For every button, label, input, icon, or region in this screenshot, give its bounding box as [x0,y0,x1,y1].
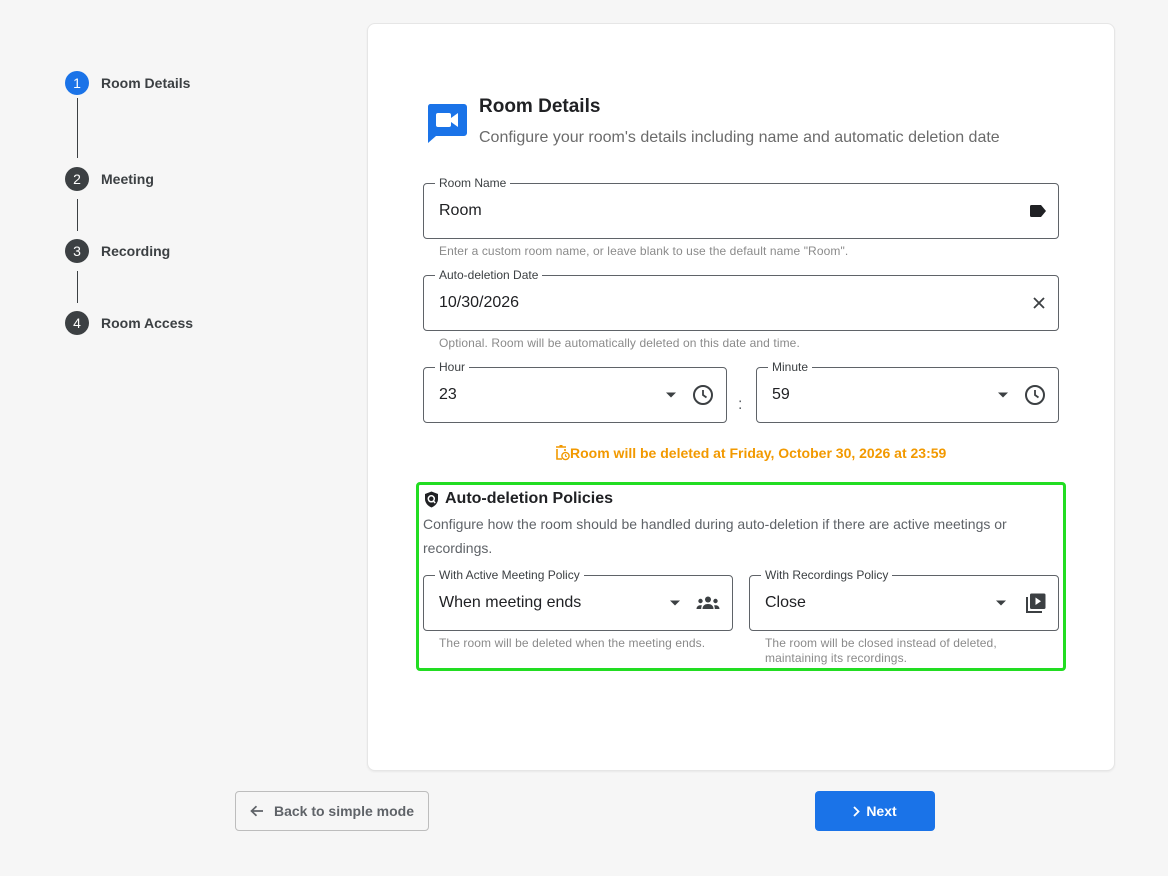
step-number: 2 [65,167,89,191]
deletion-notice-text: Room will be deleted at Friday, October … [570,445,947,461]
time-separator: : [738,396,743,413]
step-number: 1 [65,71,89,95]
dropdown-arrow-icon[interactable] [996,600,1006,606]
recordings-policy-hint: The room will be closed instead of delet… [765,636,997,665]
page-title: Room Details [479,96,601,117]
video-library-icon [1026,593,1046,613]
hour-select[interactable]: Hour 23 [423,359,727,423]
step-label: Meeting [101,171,154,187]
auto-deletion-date-hint: Optional. Room will be automatically del… [439,336,800,350]
chevron-right-icon [853,805,861,817]
meeting-policy-hint: The room will be deleted when the meetin… [439,636,706,650]
room-name-field[interactable]: Room Name Room [423,175,1059,239]
back-to-simple-mode-button[interactable]: Back to simple mode [235,791,429,831]
meeting-policy-value: When meeting ends [439,594,582,611]
auto-deletion-date-field[interactable]: Auto-deletion Date 10/30/2026 [423,267,1059,331]
meeting-policy-select[interactable]: With Active Meeting Policy When meeting … [423,567,733,631]
deletion-notice: Room will be deleted at Friday, October … [555,445,946,461]
step-room-access[interactable]: 4 Room Access [65,311,193,335]
policies-title: Auto-deletion Policies [445,490,614,507]
clock-icon [692,384,714,406]
next-button-label: Next [866,803,897,819]
arrow-back-icon [250,805,264,817]
dropdown-arrow-icon[interactable] [666,392,676,398]
shield-icon [424,491,439,508]
page-subtitle: Configure your room's details including … [479,129,1000,146]
recordings-policy-select[interactable]: With Recordings Policy Close [749,567,1059,631]
step-label: Room Details [101,75,191,91]
room-name-input[interactable]: Room [439,184,482,238]
minute-select[interactable]: Minute 59 [756,359,1059,423]
dropdown-arrow-icon[interactable] [998,392,1008,398]
room-name-hint: Enter a custom room name, or leave blank… [439,244,849,258]
minute-value: 59 [772,386,790,403]
video-chat-icon [427,104,467,143]
policies-header: Auto-deletion Policies [424,490,613,508]
step-number: 4 [65,311,89,335]
back-button-label: Back to simple mode [273,803,415,819]
auto-deletion-date-input[interactable]: 10/30/2026 [439,276,519,330]
step-connector [77,98,78,158]
step-label: Room Access [101,315,194,331]
step-label: Recording [101,243,171,259]
policies-description: Configure how the room should be handled… [423,516,1007,556]
step-connector [77,199,78,231]
step-number: 3 [65,239,89,263]
step-recording[interactable]: 3 Recording [65,239,170,263]
dropdown-arrow-icon[interactable] [670,600,680,606]
scheduled-delete-icon [555,445,570,461]
label-tag-icon [1030,205,1046,217]
group-icon [696,596,720,610]
clear-icon[interactable] [1032,296,1046,310]
next-button[interactable]: Next [815,791,935,831]
recordings-policy-value: Close [765,594,806,611]
step-room-details[interactable]: 1 Room Details [65,71,190,95]
step-meeting[interactable]: 2 Meeting [65,167,154,191]
clock-icon [1024,384,1046,406]
step-connector [77,271,78,303]
hour-value: 23 [439,386,457,403]
